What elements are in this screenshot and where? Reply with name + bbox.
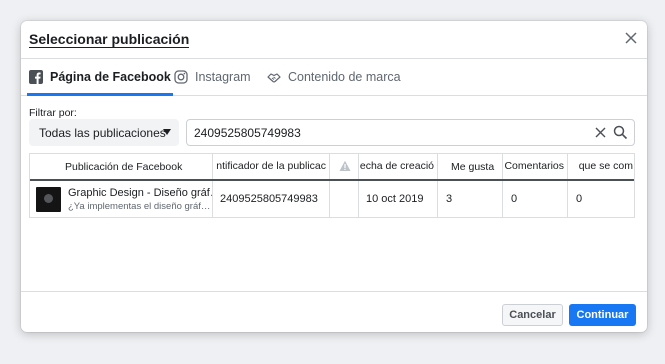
facebook-icon: [29, 70, 43, 84]
cell-post-id: 2409525805749983: [213, 181, 330, 217]
cell-comments: 0: [503, 181, 568, 217]
clear-icon[interactable]: [594, 126, 607, 139]
column-header-warning[interactable]: [330, 154, 359, 179]
column-header-creation-date[interactable]: echa de creació: [359, 154, 438, 179]
header-label: Publicación de Facebook: [65, 160, 183, 173]
column-header-likes[interactable]: Me gusta: [438, 154, 503, 179]
cell-creation-date: 10 oct 2019: [359, 181, 438, 217]
tab-instagram[interactable]: Instagram: [174, 59, 251, 95]
header-label: que se com: [578, 160, 633, 172]
post-thumbnail: [36, 186, 61, 212]
instagram-icon: [174, 70, 188, 84]
post-excerpt: ¿Ya implementas el diseño gráf…: [68, 200, 211, 212]
search-box: [186, 119, 635, 146]
search-icon[interactable]: [613, 125, 628, 140]
dropdown-value: Todas las publicaciones: [39, 125, 166, 140]
header-label: ntificador de la publicac: [216, 160, 326, 172]
tab-branded-content[interactable]: Contenido de marca: [267, 59, 401, 95]
post-title: Graphic Design - Diseño gráf…: [68, 186, 213, 199]
column-header-shares[interactable]: que se com: [568, 154, 634, 179]
tab-facebook-page[interactable]: Página de Facebook: [27, 59, 173, 96]
dialog-title: Seleccionar publicación: [29, 31, 190, 48]
cancel-button[interactable]: Cancelar: [502, 304, 563, 326]
search-input[interactable]: [194, 125, 574, 140]
creation-date: 10 oct 2019: [366, 193, 424, 205]
header-label: echa de creació: [359, 160, 434, 172]
caret-down-icon: [163, 129, 171, 135]
column-header-post-id[interactable]: ntificador de la publicac: [213, 154, 330, 179]
tab-label: Contenido de marca: [288, 70, 401, 84]
comments-count: 0: [511, 193, 518, 205]
close-icon[interactable]: [623, 30, 639, 46]
handshake-icon: [267, 73, 281, 83]
dialog-header: Seleccionar publicación: [21, 21, 647, 59]
shares-count: 0: [576, 193, 583, 205]
cell-post: Graphic Design - Diseño gráf… ¿Ya implem…: [30, 181, 213, 217]
cell-likes: 3: [438, 181, 503, 217]
cell-shares: 0: [568, 181, 634, 217]
warning-icon: [339, 160, 351, 171]
posts-table: Publicación de Facebook ntificador de la…: [29, 153, 635, 218]
header-label: Me gusta: [451, 160, 495, 173]
table-row[interactable]: Graphic Design - Diseño gráf… ¿Ya implem…: [30, 181, 634, 217]
tab-label: Página de Facebook: [50, 70, 171, 84]
post-id: 2409525805749983: [220, 193, 318, 205]
dialog-footer: Cancelar Continuar: [21, 291, 647, 332]
tab-label: Instagram: [195, 70, 251, 84]
cell-warning: [330, 181, 359, 217]
continue-button[interactable]: Continuar: [569, 304, 636, 326]
header-label: Comentarios: [504, 160, 564, 172]
column-header-post[interactable]: Publicación de Facebook: [30, 154, 213, 179]
tab-bar: Página de Facebook Instagram Contenido d…: [21, 59, 647, 96]
column-header-comments[interactable]: Comentarios: [503, 154, 568, 179]
post-filter-dropdown[interactable]: Todas las publicaciones: [29, 119, 179, 146]
likes-count: 3: [446, 193, 453, 205]
filter-label: Filtrar por:: [29, 107, 77, 119]
table-header-row: Publicación de Facebook ntificador de la…: [30, 154, 634, 181]
select-post-dialog: Seleccionar publicación Página de Facebo…: [21, 21, 647, 332]
